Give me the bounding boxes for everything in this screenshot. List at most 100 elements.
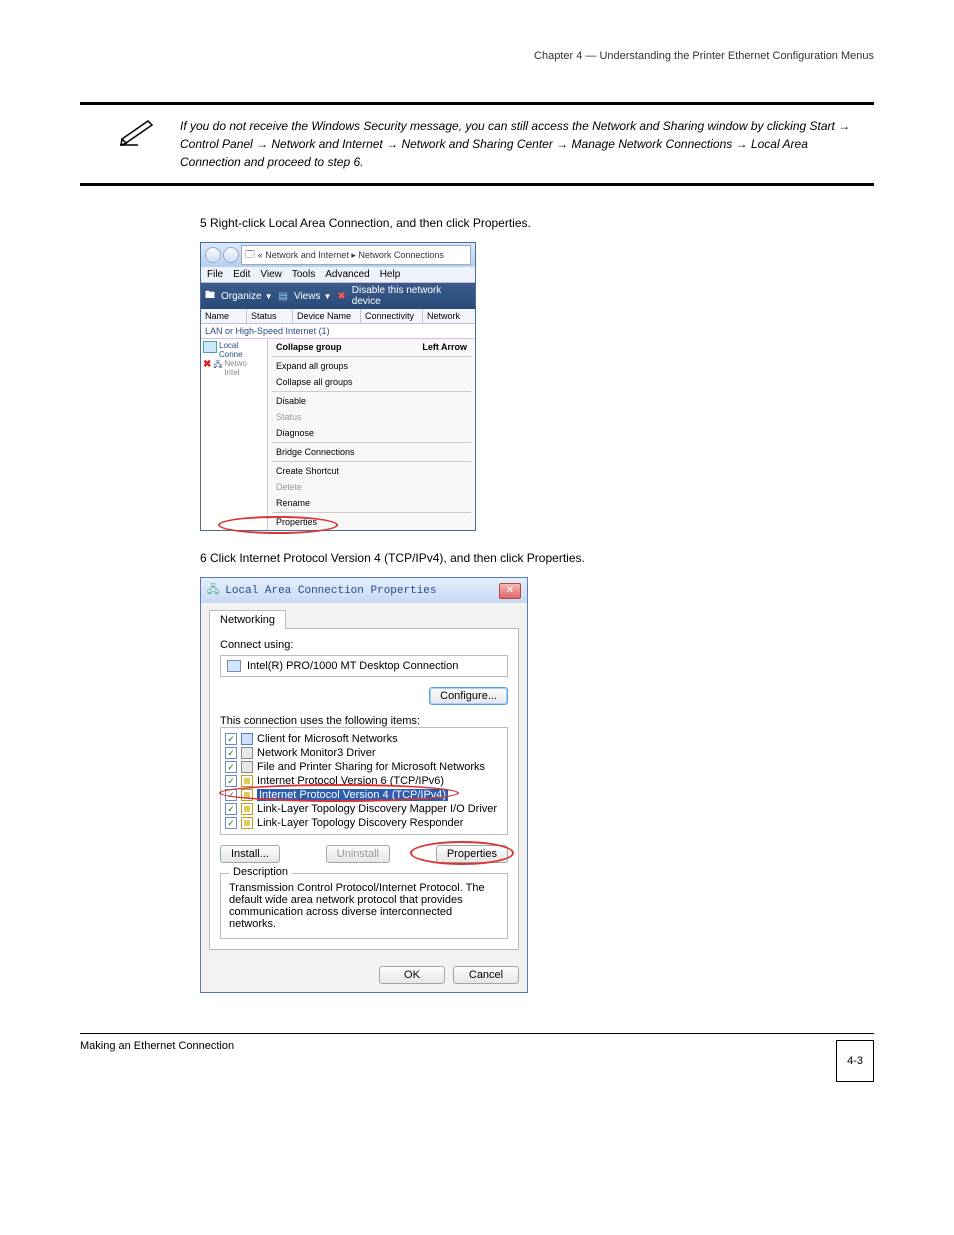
menu-advanced[interactable]: Advanced (325, 269, 369, 280)
dialog-title: Local Area Connection Properties (225, 585, 493, 597)
list-item[interactable]: ✓ File and Printer Sharing for Microsoft… (223, 760, 505, 774)
chevron-down-icon: ▼ (265, 292, 273, 301)
checkbox-icon[interactable]: ✓ (225, 747, 237, 759)
properties-button[interactable]: Properties (436, 845, 508, 863)
conn-name-2: Conne (219, 350, 243, 359)
nav-forward-button[interactable] (223, 247, 239, 263)
list-item[interactable]: ✓ Internet Protocol Version 6 (TCP/IPv6) (223, 774, 505, 788)
views-label: Views (294, 291, 321, 302)
list-item[interactable]: ✓ Link-Layer Topology Discovery Mapper I… (223, 802, 505, 816)
uninstall-button: Uninstall (326, 845, 390, 863)
adapter-icon (227, 660, 241, 672)
ctx-label: Collapse group (276, 342, 342, 352)
tab-networking[interactable]: Networking (209, 610, 286, 629)
ctx-bridge[interactable]: Bridge Connections (268, 444, 475, 460)
description-legend: Description (229, 866, 292, 878)
organize-menu[interactable]: Organize ▼ (221, 291, 273, 302)
note-block: If you do not receive the Windows Securi… (80, 102, 874, 186)
list-item-selected[interactable]: ✓ Internet Protocol Version 4 (TCP/IPv4) (223, 788, 505, 802)
configure-button[interactable]: Configure... (429, 687, 508, 705)
description-text: Transmission Control Protocol/Internet P… (229, 882, 485, 930)
network-icon: 🖧 (207, 581, 219, 600)
list-item[interactable]: ✓ Link-Layer Topology Discovery Responde… (223, 816, 505, 830)
dialog-footer: OK Cancel (201, 958, 527, 992)
menu-edit[interactable]: Edit (233, 269, 250, 280)
close-button[interactable]: ✕ (499, 583, 521, 599)
separator (272, 461, 471, 462)
checkbox-icon[interactable]: ✓ (225, 733, 237, 745)
folder-icon: 🗔 (245, 247, 255, 263)
menu-view[interactable]: View (260, 269, 282, 280)
item-label: Internet Protocol Version 6 (TCP/IPv6) (257, 775, 444, 787)
device-icon: 🖧 (213, 359, 222, 373)
page-footer: Making an Ethernet Connection 4-3 (80, 1033, 874, 1082)
ctx-shortcut: Left Arrow (422, 342, 467, 352)
organize-icon: 🖿 (205, 288, 215, 305)
protocol-icon (241, 803, 253, 815)
monitor-icon (203, 341, 217, 353)
ctx-delete: Delete (268, 479, 475, 495)
chevron-down-icon: ▼ (323, 292, 331, 301)
organize-label: Organize (221, 291, 262, 302)
item-label: File and Printer Sharing for Microsoft N… (257, 761, 485, 773)
separator (272, 442, 471, 443)
error-icon: ✖ (203, 359, 211, 370)
views-menu[interactable]: Views ▼ (294, 291, 331, 302)
checkbox-icon[interactable]: ✓ (225, 789, 237, 801)
nav-back-button[interactable] (205, 247, 221, 263)
ok-button[interactable]: OK (379, 966, 445, 984)
ctx-label: Properties (276, 517, 317, 527)
menu-tools[interactable]: Tools (292, 269, 315, 280)
col-connectivity[interactable]: Connectivity (361, 309, 423, 323)
step-5-text: 5 Right-click Local Area Connection, and… (200, 216, 874, 230)
handwriting-icon (120, 117, 160, 147)
breadcrumb[interactable]: 🗔 « Network and Internet ▸ Network Conne… (241, 245, 471, 265)
ctx-collapse-all[interactable]: Collapse all groups (268, 374, 475, 390)
protocol-icon (241, 789, 253, 801)
separator (272, 512, 471, 513)
item-label: Link-Layer Topology Discovery Mapper I/O… (257, 803, 497, 815)
col-network[interactable]: Network (423, 309, 475, 323)
checkbox-icon[interactable]: ✓ (225, 761, 237, 773)
network-connections-window: 🗔 « Network and Internet ▸ Network Conne… (200, 242, 476, 531)
col-device-name[interactable]: Device Name (293, 309, 361, 323)
ctx-properties[interactable]: Properties (268, 514, 475, 530)
window-titlebar: 🗔 « Network and Internet ▸ Network Conne… (201, 243, 475, 267)
ctx-disable[interactable]: Disable (268, 393, 475, 409)
disable-device-button[interactable]: Disable this network device (352, 285, 471, 307)
adapter-name: Intel(R) PRO/1000 MT Desktop Connection (247, 660, 458, 672)
service-icon (241, 761, 253, 773)
separator (272, 391, 471, 392)
menu-file[interactable]: File (207, 269, 223, 280)
connection-item[interactable]: Local Conne ✖ 🖧 Netwo Intel (201, 339, 267, 530)
ctx-create-shortcut[interactable]: Create Shortcut (268, 463, 475, 479)
conn-status: Netwo (224, 359, 247, 368)
ctx-rename[interactable]: Rename (268, 495, 475, 511)
conn-name: Local (219, 341, 243, 350)
checkbox-icon[interactable]: ✓ (225, 775, 237, 787)
item-label: Network Monitor3 Driver (257, 747, 376, 759)
cancel-button[interactable]: Cancel (453, 966, 519, 984)
checkbox-icon[interactable]: ✓ (225, 803, 237, 815)
install-button[interactable]: Install... (220, 845, 280, 863)
list-item[interactable]: ✓ Network Monitor3 Driver (223, 746, 505, 760)
chapter-header: Chapter 4 — Understanding the Printer Et… (80, 50, 874, 62)
ctx-diagnose[interactable]: Diagnose (268, 425, 475, 441)
command-bar: 🖿 Organize ▼ ▤ Views ▼ ✖ Disable this ne… (201, 283, 475, 309)
list-item[interactable]: ✓ Client for Microsoft Networks (223, 732, 505, 746)
item-label: Internet Protocol Version 4 (TCP/IPv4) (257, 789, 448, 801)
ctx-expand-all[interactable]: Expand all groups (268, 358, 475, 374)
group-header[interactable]: LAN or High-Speed Internet (1) (201, 324, 475, 339)
checkbox-icon[interactable]: ✓ (225, 817, 237, 829)
protocol-icon (241, 817, 253, 829)
menu-help[interactable]: Help (380, 269, 401, 280)
step-6-text: 6 Click Internet Protocol Version 4 (TCP… (200, 551, 874, 565)
items-label: This connection uses the following items… (220, 715, 508, 727)
ctx-collapse-group[interactable]: Collapse group Left Arrow (268, 339, 475, 355)
views-icon: ▤ (279, 291, 288, 302)
col-name[interactable]: Name (201, 309, 247, 323)
protocol-icon (241, 775, 253, 787)
col-status[interactable]: Status (247, 309, 293, 323)
conn-device: Intel (224, 368, 247, 377)
context-menu: Collapse group Left Arrow Expand all gro… (267, 339, 475, 530)
